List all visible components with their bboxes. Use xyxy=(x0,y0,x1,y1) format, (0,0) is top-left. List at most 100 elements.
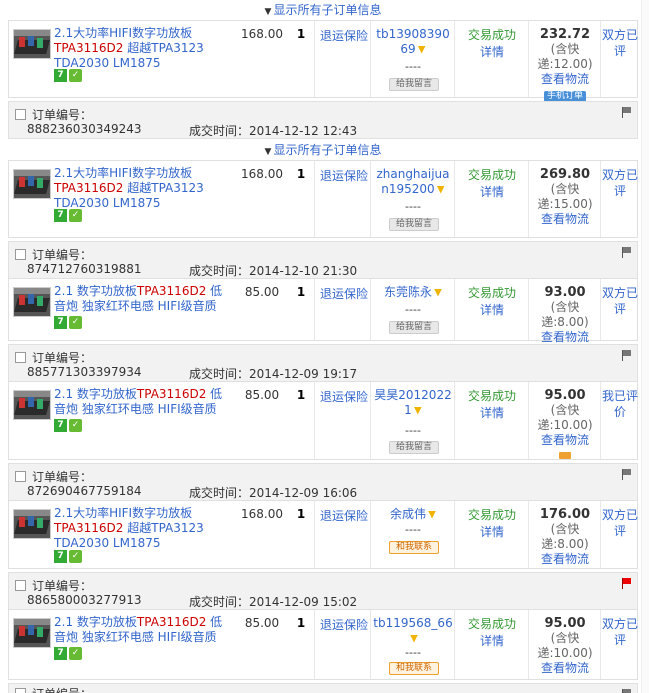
order-checkbox[interactable] xyxy=(15,249,26,260)
product-title-link[interactable]: 2.1大功率HIFI数字功放板TPA3116D2 超越TPA3123 TDA20… xyxy=(54,26,234,71)
return-insurance-link[interactable]: 退运保险 xyxy=(317,616,371,633)
seven-day-return-icon: 7 xyxy=(54,550,67,563)
flag-icon[interactable] xyxy=(621,469,631,480)
order-header: 订单编号： xyxy=(8,683,638,693)
view-logistics-link[interactable]: 查看物流 xyxy=(529,552,601,567)
order-number: 888236030349243 xyxy=(27,122,142,136)
deal-time: 2014-12-09 16:06 xyxy=(249,486,358,500)
quantity: 1 xyxy=(296,27,306,41)
product-title-link[interactable]: 2.1 数字功放板TPA3116D2 低音炮 独家红环电感 HIFI级音质 xyxy=(54,615,234,645)
seven-day-return-icon: 7 xyxy=(54,209,67,222)
order-checkbox[interactable] xyxy=(15,688,26,693)
flag-icon[interactable] xyxy=(621,107,631,118)
product-title-link[interactable]: 2.1大功率HIFI数字功放板TPA3116D2 超越TPA3123 TDA20… xyxy=(54,166,234,211)
trade-status: 交易成功 详情 xyxy=(455,507,529,541)
product-title-link[interactable]: 2.1 数字功放板TPA3116D2 低音炮 独家红环电感 HIFI级音质 xyxy=(54,284,234,314)
order-checkbox[interactable] xyxy=(15,352,26,363)
shipping-fee: (含快递:8.00) xyxy=(541,522,589,551)
detail-link[interactable]: 详情 xyxy=(455,184,529,201)
shipping-fee: (含快递:8.00) xyxy=(541,300,589,329)
order-header: 订单编号： 886580003277913 成交时间：2014-12-09 15… xyxy=(8,572,638,610)
wangwang-icon[interactable] xyxy=(417,45,426,54)
shipping-fee: (含快递:15.00) xyxy=(537,182,593,211)
return-insurance-link[interactable]: 退运保险 xyxy=(317,507,371,524)
leave-message-button[interactable]: 给我留言 xyxy=(389,218,439,231)
product-thumbnail[interactable] xyxy=(13,390,51,420)
product-thumbnail[interactable] xyxy=(13,509,51,539)
wangwang-icon[interactable] xyxy=(434,288,442,297)
leave-message-button[interactable]: 给我留言 xyxy=(389,321,439,334)
order-body: 2.1大功率HIFI数字功放板TPA3116D2 超越TPA3123 TDA20… xyxy=(8,501,638,569)
buyer-name-link[interactable]: 昊昊20120221 xyxy=(373,388,453,418)
order-body: 2.1 数字功放板TPA3116D2 低音炮 独家红环电感 HIFI级音质 7 ✓… xyxy=(8,382,638,460)
flag-icon[interactable] xyxy=(621,689,631,693)
guarantee-icon: ✓ xyxy=(69,419,82,432)
evaluation-status-link[interactable]: 双方已评 xyxy=(601,507,639,539)
shipping-fee: (含快递:12.00) xyxy=(537,42,593,71)
contact-me-button[interactable]: 和我联系 xyxy=(389,662,439,675)
leave-message-button[interactable]: 给我留言 xyxy=(389,441,439,454)
order-body: 2.1大功率HIFI数字功放板TPA3116D2 超越TPA3123 TDA20… xyxy=(8,20,639,102)
wangwang-icon[interactable] xyxy=(428,510,436,519)
product-thumbnail[interactable] xyxy=(13,287,51,317)
leave-message-button[interactable]: 给我留言 xyxy=(389,78,439,91)
return-insurance-link[interactable]: 退运保险 xyxy=(317,167,371,184)
order-checkbox[interactable] xyxy=(15,471,26,482)
scrollbar[interactable] xyxy=(641,0,649,693)
wangwang-icon[interactable] xyxy=(436,185,445,194)
view-logistics-link[interactable]: 查看物流 xyxy=(529,330,601,345)
deal-time: 2014-12-10 21:30 xyxy=(249,264,358,278)
detail-link[interactable]: 详情 xyxy=(455,302,529,319)
unit-price: 85.00 xyxy=(244,388,280,402)
product-title-link[interactable]: 2.1大功率HIFI数字功放板TPA3116D2 超越TPA3123 TDA20… xyxy=(54,506,234,551)
detail-link[interactable]: 详情 xyxy=(455,44,529,61)
evaluation-status-link[interactable]: 双方已评 xyxy=(601,167,639,199)
order-header: 订单编号： 888236030349243 成交时间：2014-12-12 12… xyxy=(8,101,638,139)
product-title-link[interactable]: 2.1 数字功放板TPA3116D2 低音炮 独家红环电感 HIFI级音质 xyxy=(54,387,234,417)
buyer-name-link[interactable]: tb1390839069 xyxy=(373,27,453,57)
evaluation-status-link[interactable]: 双方已评 xyxy=(601,285,639,317)
unit-price: 168.00 xyxy=(241,507,283,521)
order-checkbox[interactable] xyxy=(15,109,26,120)
detail-link[interactable]: 详情 xyxy=(455,524,529,541)
return-insurance-link[interactable]: 退运保险 xyxy=(317,285,371,302)
order-number: 874712760319881 xyxy=(27,262,142,276)
buyer-name-link[interactable]: zhanghaijuan195200 xyxy=(373,167,453,197)
view-logistics-link[interactable]: 查看物流 xyxy=(529,433,601,448)
return-insurance-link[interactable]: 退运保险 xyxy=(317,388,371,405)
buyer-name-link[interactable]: 东莞陈永 xyxy=(373,285,453,300)
order-header: 订单编号： 872690467759184 成交时间：2014-12-09 16… xyxy=(8,463,638,501)
view-logistics-link[interactable]: 查看物流 xyxy=(529,661,601,676)
product-thumbnail[interactable] xyxy=(13,169,51,199)
view-logistics-link[interactable]: 查看物流 xyxy=(529,72,601,87)
guarantee-icon: ✓ xyxy=(69,316,82,329)
wangwang-icon[interactable] xyxy=(413,406,422,415)
shipping-fee: (含快递:10.00) xyxy=(537,631,593,660)
buyer-name-link[interactable]: 余成伟 xyxy=(373,507,453,522)
order-total: 95.00 xyxy=(544,388,586,403)
detail-link[interactable]: 详情 xyxy=(455,633,529,650)
order-header: 订单编号： 874712760319881 成交时间：2014-12-10 21… xyxy=(8,241,638,279)
show-sub-orders-link[interactable]: ▼ 显示所有子订单信息 xyxy=(8,142,638,158)
product-thumbnail[interactable] xyxy=(13,618,51,648)
evaluation-status-link[interactable]: 我已评价 xyxy=(601,388,639,420)
return-insurance-link[interactable]: 退运保险 xyxy=(317,27,371,44)
evaluation-status-link[interactable]: 双方已评 xyxy=(601,27,639,59)
red-flag-icon[interactable] xyxy=(621,578,631,589)
buyer-name-link[interactable]: tb119568_66 xyxy=(373,616,453,646)
flag-icon[interactable] xyxy=(621,350,631,361)
evaluation-status-link[interactable]: 双方已评 xyxy=(601,616,639,648)
detail-link[interactable]: 详情 xyxy=(455,405,529,422)
unit-price: 85.00 xyxy=(244,285,280,299)
wangwang-icon[interactable] xyxy=(410,634,418,643)
quantity: 1 xyxy=(296,616,306,630)
view-logistics-link[interactable]: 查看物流 xyxy=(529,212,601,227)
contact-me-button[interactable]: 和我联系 xyxy=(389,541,439,554)
order-body: 2.1 数字功放板TPA3116D2 低音炮 独家红环电感 HIFI级音质 7 ✓… xyxy=(8,610,638,680)
product-thumbnail[interactable] xyxy=(13,29,51,59)
order-list: ▼ 显示所有子订单信息 2.1大功率HIFI数字功放板TPA3116D2 超越TP… xyxy=(0,0,649,693)
quantity: 1 xyxy=(296,167,306,181)
flag-icon[interactable] xyxy=(621,247,631,258)
order-checkbox[interactable] xyxy=(15,580,26,591)
show-sub-orders-link[interactable]: ▼ 显示所有子订单信息 xyxy=(8,2,638,18)
